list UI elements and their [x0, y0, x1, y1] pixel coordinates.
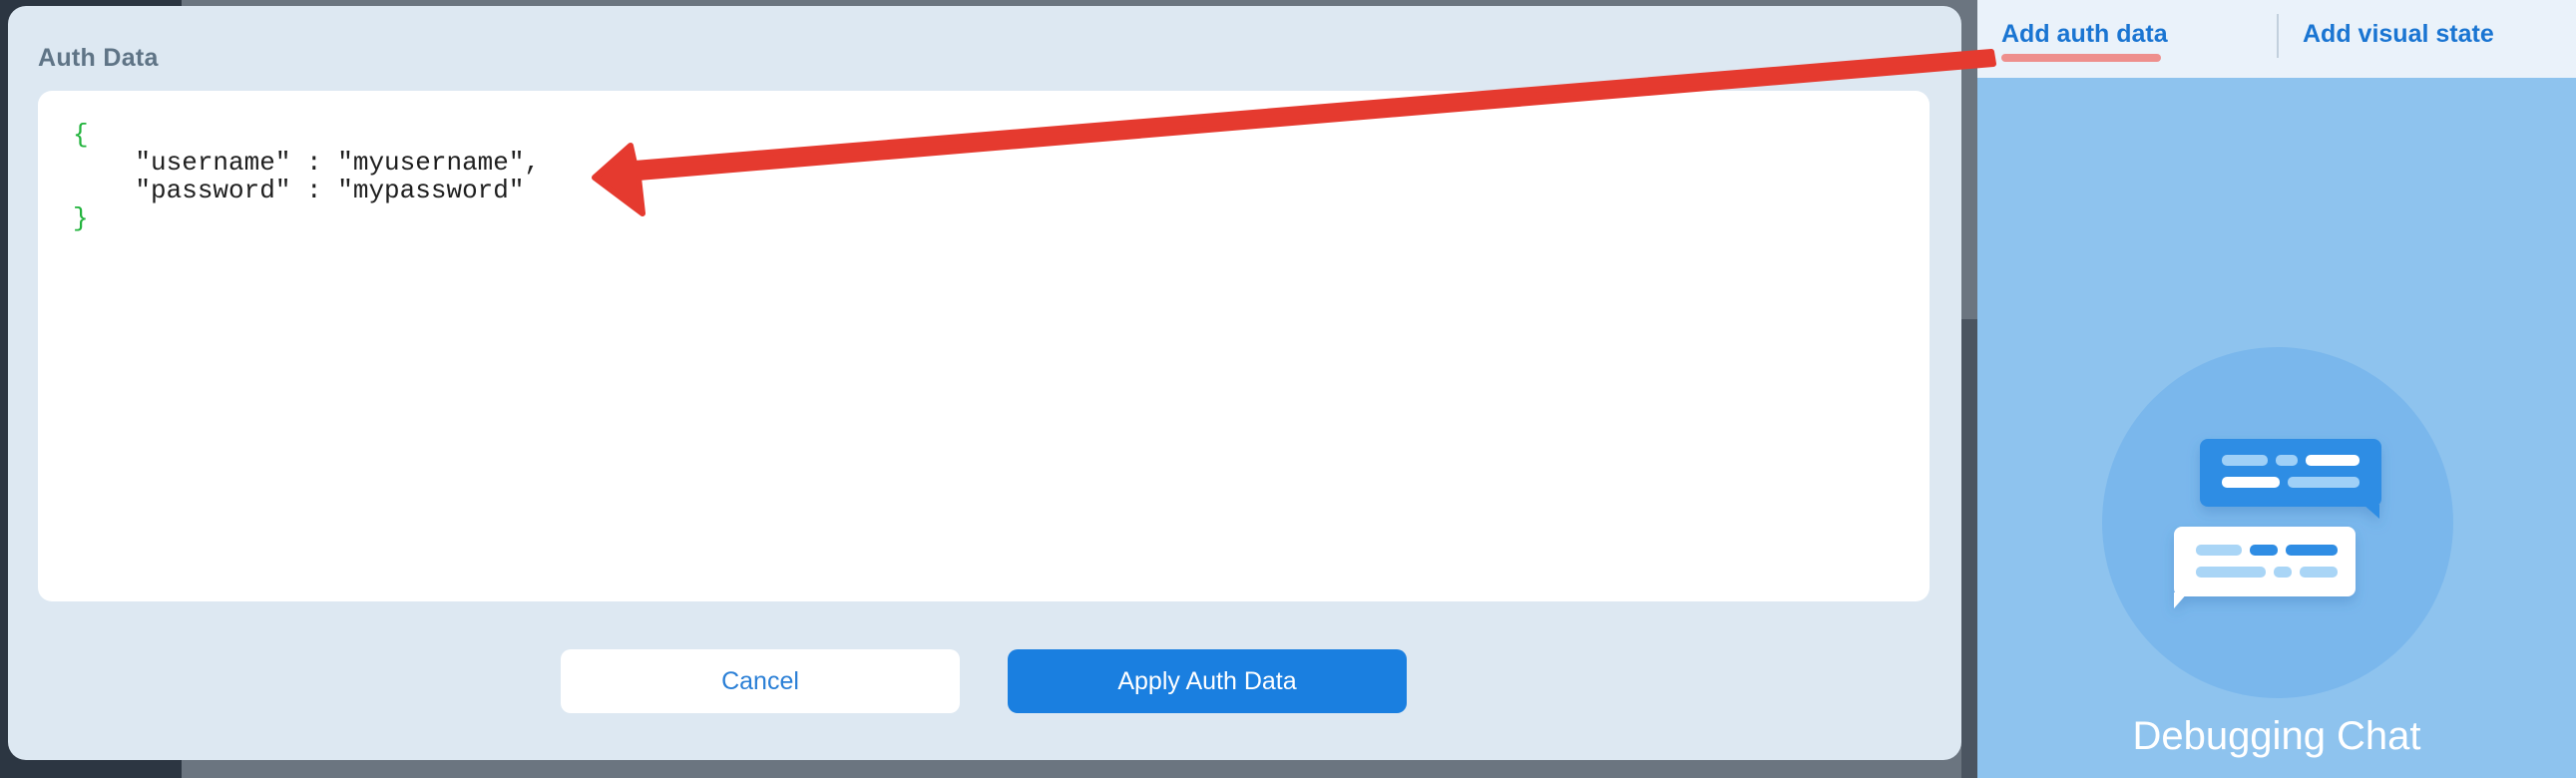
cancel-button[interactable]: Cancel — [561, 649, 960, 713]
code-open-brace: { — [73, 120, 89, 150]
tab-add-visual-state[interactable]: Add visual state — [2303, 20, 2494, 49]
tab-add-auth-data[interactable]: Add auth data — [2001, 20, 2168, 49]
auth-data-modal: Auth Data { "username" : "myusername", "… — [8, 6, 1961, 760]
chat-illustration-circle — [2102, 347, 2453, 698]
tab-divider — [2277, 14, 2279, 58]
code-close-brace: } — [73, 203, 89, 233]
background-scroll-strip — [1961, 319, 1977, 778]
debugging-chat-panel: Add auth data Add visual state Debugging… — [1977, 0, 2576, 778]
code-line-username: "username" : "myusername", — [73, 148, 541, 178]
auth-json-editor[interactable]: { "username" : "myusername", "password" … — [38, 91, 1930, 601]
panel-header: Add auth data Add visual state — [1977, 0, 2576, 78]
empty-state-title: Debugging Chat — [2132, 714, 2421, 758]
active-tab-underline — [2001, 54, 2161, 62]
code-line-password: "password" : "mypassword" — [73, 176, 525, 205]
modal-title: Auth Data — [38, 44, 159, 72]
json-code[interactable]: { "username" : "myusername", "password" … — [73, 121, 540, 232]
apply-auth-data-button[interactable]: Apply Auth Data — [1008, 649, 1407, 713]
chat-bubbles-icon — [2174, 439, 2381, 608]
